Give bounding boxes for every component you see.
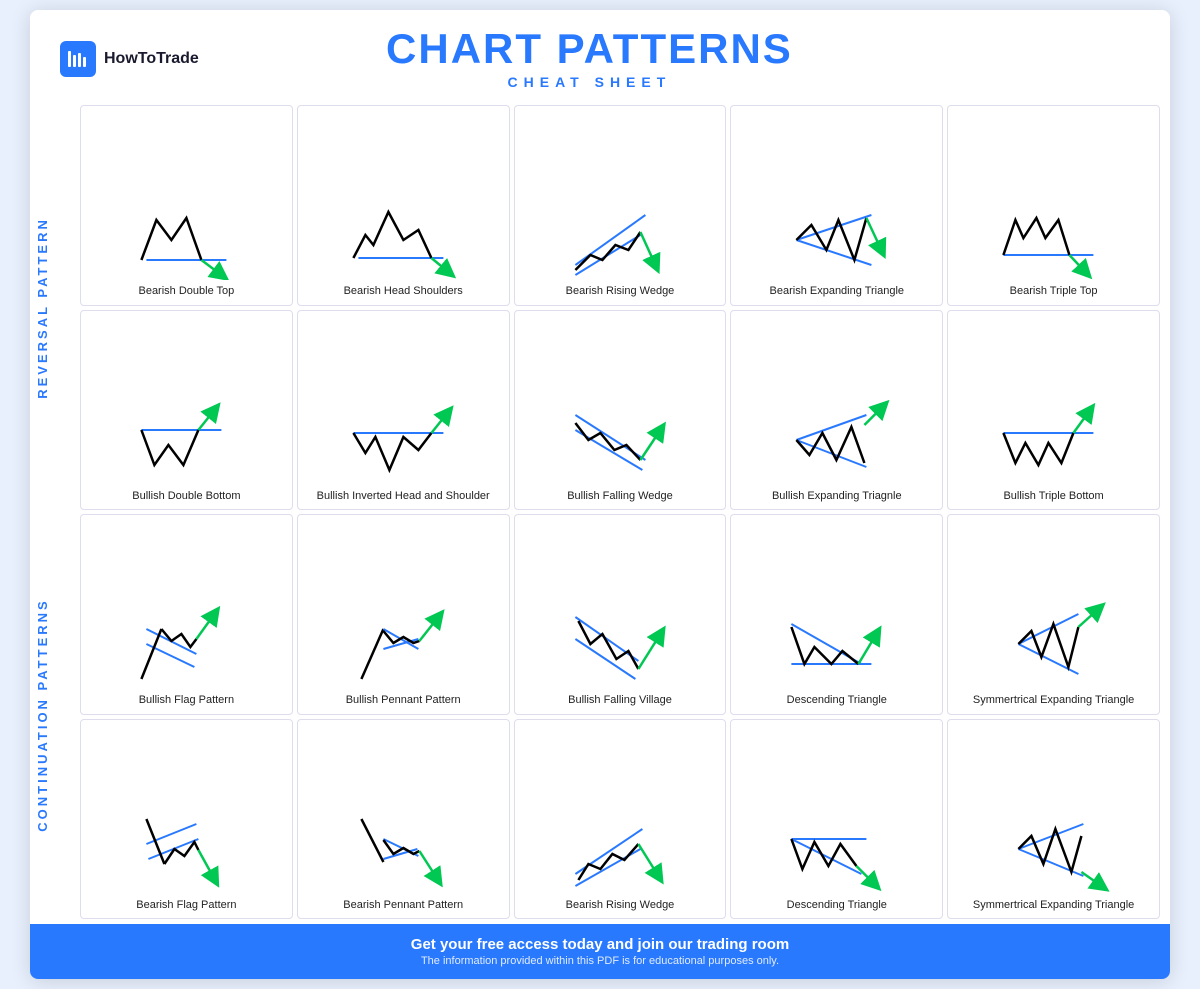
sym-expanding-bull-label: Symmertrical Expanding Triangle [973, 693, 1134, 707]
bearish-rising-wedge2-cell: Bearish Rising Wedge [514, 719, 727, 920]
pattern-row-3: Bullish Flag Pattern Bullish Pennant Pat… [80, 514, 1160, 715]
bearish-rising-wedge-svg [519, 190, 722, 280]
sub-title: CHEAT SHEET [219, 74, 960, 90]
content: REVERSAL PATTERN CONTINUATION PATTERNS B… [30, 100, 1170, 924]
sym-expanding-bull-svg [952, 599, 1155, 689]
pattern-row-1: Bearish Double Top Bearish Head Shoulder… [80, 105, 1160, 306]
side-labels: REVERSAL PATTERN CONTINUATION PATTERNS [35, 105, 80, 919]
pattern-row-4: Bearish Flag Pattern Bearish Pennant Pat… [80, 719, 1160, 920]
bullish-pennant-label: Bullish Pennant Pattern [346, 693, 461, 707]
bullish-ihs-cell: Bullish Inverted Head and Shoulder [297, 310, 510, 511]
descending-triangle-bull-svg [735, 599, 938, 689]
bearish-flag-label: Bearish Flag Pattern [136, 898, 236, 912]
bearish-flag-svg [85, 804, 288, 894]
sym-expanding-bear-label: Symmertrical Expanding Triangle [973, 898, 1134, 912]
continuation-label: CONTINUATION PATTERNS [35, 520, 80, 911]
footer-main-text: Get your free access today and join our … [42, 936, 1158, 953]
bearish-head-shoulders-svg [302, 190, 505, 280]
bearish-rising-wedge2-label: Bearish Rising Wedge [566, 898, 675, 912]
bullish-falling-wedge-label: Bullish Falling Wedge [567, 489, 673, 503]
bullish-falling-wedge-cell: Bullish Falling Wedge [514, 310, 727, 511]
bearish-pennant-svg [302, 804, 505, 894]
descending-triangle-bull-cell: Descending Triangle [730, 514, 943, 715]
descending-triangle-bull-label: Descending Triangle [787, 693, 887, 707]
footer-sub-text: The information provided within this PDF… [42, 955, 1158, 967]
bearish-pennant-cell: Bearish Pennant Pattern [297, 719, 510, 920]
bullish-triple-bottom-cell: Bullish Triple Bottom [947, 310, 1160, 511]
descending-triangle-bear-svg [735, 804, 938, 894]
bearish-head-shoulders-label: Bearish Head Shoulders [344, 284, 463, 298]
bullish-pennant-cell: Bullish Pennant Pattern [297, 514, 510, 715]
sym-expanding-bear-svg [952, 804, 1155, 894]
bullish-double-bottom-svg [85, 395, 288, 485]
page: HowToTrade CHART PATTERNS CHEAT SHEET RE… [30, 10, 1170, 979]
bearish-rising-wedge-cell: Bearish Rising Wedge [514, 105, 727, 306]
bearish-rising-wedge-label: Bearish Rising Wedge [566, 284, 675, 298]
logo-icon [60, 41, 96, 77]
logo-text: HowToTrade [104, 50, 199, 68]
bullish-ihs-label: Bullish Inverted Head and Shoulder [317, 489, 490, 503]
bullish-falling-village-label: Bullish Falling Village [568, 693, 672, 707]
bullish-ihs-svg [302, 395, 505, 485]
sym-expanding-bull-cell: Symmertrical Expanding Triangle [947, 514, 1160, 715]
bearish-pennant-label: Bearish Pennant Pattern [343, 898, 463, 912]
bearish-flag-cell: Bearish Flag Pattern [80, 719, 293, 920]
bullish-falling-wedge-svg [519, 395, 722, 485]
bullish-falling-village-svg [519, 599, 722, 689]
bearish-triple-top-svg [952, 190, 1155, 280]
descending-triangle-bear-label: Descending Triangle [787, 898, 887, 912]
bearish-head-shoulders-cell: Bearish Head Shoulders [297, 105, 510, 306]
bullish-pennant-svg [302, 599, 505, 689]
logo-svg [66, 47, 90, 71]
bearish-double-top-cell: Bearish Double Top [80, 105, 293, 306]
bullish-flag-label: Bullish Flag Pattern [139, 693, 234, 707]
bullish-triple-bottom-svg [952, 395, 1155, 485]
bullish-double-bottom-cell: Bullish Double Bottom [80, 310, 293, 511]
sym-expanding-bear-cell: Symmertrical Expanding Triangle [947, 719, 1160, 920]
logo-area: HowToTrade [60, 41, 199, 77]
bullish-triple-bottom-label: Bullish Triple Bottom [1003, 489, 1103, 503]
bearish-expanding-triangle-cell: Bearish Expanding Triangle [730, 105, 943, 306]
footer: Get your free access today and join our … [30, 924, 1170, 979]
bullish-flag-svg [85, 599, 288, 689]
grid-area: Bearish Double Top Bearish Head Shoulder… [80, 105, 1160, 919]
bullish-expanding-triangle-cell: Bullish Expanding Triagnle [730, 310, 943, 511]
bullish-flag-cell: Bullish Flag Pattern [80, 514, 293, 715]
bullish-double-bottom-label: Bullish Double Bottom [132, 489, 240, 503]
bearish-rising-wedge2-svg [519, 804, 722, 894]
main-title: CHART PATTERNS [219, 28, 960, 70]
bearish-double-top-svg [85, 190, 288, 280]
bearish-double-top-label: Bearish Double Top [138, 284, 234, 298]
bearish-expanding-triangle-label: Bearish Expanding Triangle [770, 284, 905, 298]
bullish-expanding-triangle-svg [735, 395, 938, 485]
header: HowToTrade CHART PATTERNS CHEAT SHEET [30, 10, 1170, 100]
bullish-expanding-triangle-label: Bullish Expanding Triagnle [772, 489, 902, 503]
bullish-falling-village-cell: Bullish Falling Village [514, 514, 727, 715]
pattern-row-2: Bullish Double Bottom Bullish Inverted H… [80, 310, 1160, 511]
bearish-expanding-triangle-svg [735, 190, 938, 280]
descending-triangle-bear-cell: Descending Triangle [730, 719, 943, 920]
bearish-triple-top-label: Bearish Triple Top [1010, 284, 1098, 298]
bearish-triple-top-cell: Bearish Triple Top [947, 105, 1160, 306]
reversal-label: REVERSAL PATTERN [35, 113, 80, 504]
title-area: CHART PATTERNS CHEAT SHEET [219, 28, 960, 90]
